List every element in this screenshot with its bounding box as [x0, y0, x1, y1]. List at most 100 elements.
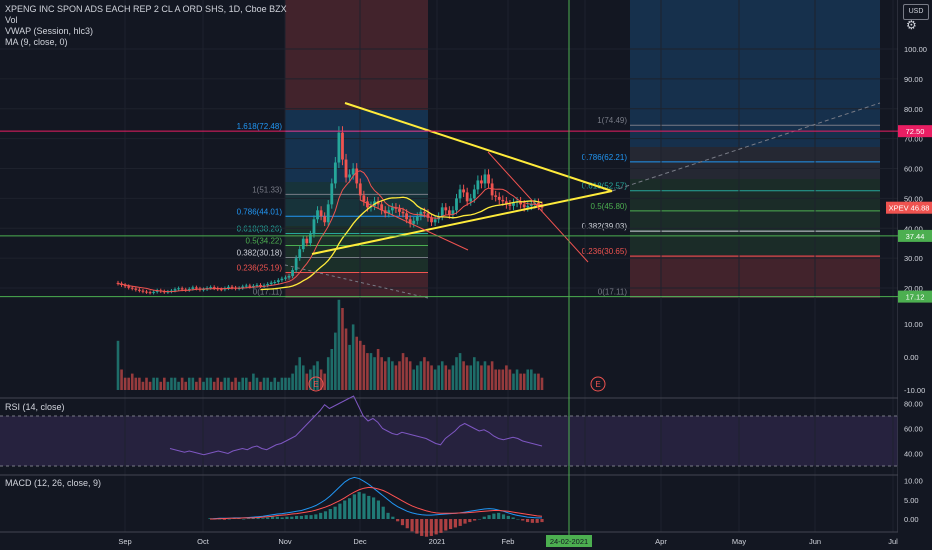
- x-tick-2: Nov: [278, 537, 292, 546]
- volume-bar-37: [248, 381, 252, 390]
- candle-body-47: [284, 277, 287, 279]
- macd-hist-25: [328, 508, 332, 519]
- volume-bar-1: [120, 369, 123, 390]
- volume-bar-61: [334, 332, 337, 390]
- volume-bar-14: [166, 381, 170, 390]
- volume-bar-114: [522, 373, 526, 390]
- volume-bar-18: [180, 377, 184, 390]
- volume-bar-29: [220, 381, 223, 390]
- candle-body-114: [522, 204, 526, 208]
- volume-bar-83: [412, 369, 416, 390]
- macd-hist-60: [497, 512, 501, 519]
- vwap-indicator-label[interactable]: VWAP (Session, hlc3): [5, 26, 287, 37]
- fib-left-label-6: 0.236(25.19): [237, 263, 283, 272]
- x-tick-10: Jul: [888, 537, 898, 546]
- volume-bar-72: [373, 357, 376, 390]
- macd-hist-23: [319, 512, 323, 519]
- volume-bar-79: [398, 361, 401, 390]
- volume-bar-11: [155, 377, 159, 390]
- candle-body-83: [412, 220, 416, 224]
- fib-right-zone-red: [630, 255, 880, 298]
- candle-body-36: [244, 285, 248, 287]
- fib-left-label-1: 1(51.33): [252, 185, 282, 194]
- candle-body-37: [248, 285, 252, 287]
- x-tick-5: Feb: [502, 537, 515, 546]
- macd-hist-68: [535, 519, 539, 523]
- x-tick-8: May: [732, 537, 746, 546]
- volume-bar-4: [130, 373, 134, 390]
- volume-indicator-label[interactable]: Vol: [5, 15, 287, 26]
- macd-hist-64: [516, 519, 520, 520]
- candle-body-80: [401, 211, 405, 214]
- volume-bar-67: [355, 336, 359, 390]
- volume-bar-100: [473, 357, 476, 390]
- macd-hist-36: [381, 506, 385, 519]
- macd-hist-34: [371, 497, 376, 519]
- candle-body-84: [415, 216, 419, 221]
- fib-right-label-4: 0.382(39.03): [582, 222, 628, 231]
- volume-bar-23: [198, 377, 202, 390]
- candle-body-108: [501, 199, 505, 202]
- volume-bar-68: [358, 340, 362, 390]
- volume-bar-43: [269, 381, 273, 390]
- volume-bar-95: [455, 357, 458, 390]
- candle-body-65: [348, 174, 351, 178]
- volume-bar-86: [423, 357, 426, 390]
- volume-bar-25: [205, 377, 209, 390]
- candle-body-105: [490, 183, 494, 196]
- price-tick-2: 80.00: [904, 105, 923, 114]
- macd-hist-21: [309, 515, 313, 519]
- candle-body-46: [280, 278, 284, 281]
- candle-body-103: [483, 174, 487, 184]
- fib-right-zone-grey: [630, 147, 880, 179]
- volume-bar-64: [344, 328, 348, 390]
- volume-bar-42: [266, 377, 269, 390]
- candle-body-26: [209, 287, 213, 289]
- macd-pane-label[interactable]: MACD (12, 26, close, 9): [5, 478, 101, 488]
- volume-bar-77: [391, 361, 394, 390]
- volume-bar-71: [369, 353, 373, 390]
- volume-bar-58: [323, 373, 326, 390]
- volume-bar-76: [387, 357, 391, 390]
- price-label-0: 72.50: [906, 127, 925, 136]
- rsi-pane-label[interactable]: RSI (14, close): [5, 402, 65, 412]
- volume-bar-115: [526, 369, 530, 390]
- fib-right-label-1: 0.786(62.21): [582, 153, 628, 162]
- candle-body-21: [191, 287, 195, 289]
- candle-body-40: [259, 285, 262, 287]
- symbol-title[interactable]: XPENG INC SPON ADS EACH REP 2 CL A ORD S…: [5, 4, 287, 15]
- candle-body-51: [298, 249, 302, 259]
- gear-icon[interactable]: ⚙: [906, 18, 917, 32]
- price-tick-1: 90.00: [904, 75, 923, 84]
- fib-zone-red: [285, 272, 428, 298]
- volume-bar-28: [216, 377, 220, 390]
- volume-bar-60: [330, 349, 334, 390]
- fib-right-label-6: 0(17.11): [598, 288, 628, 297]
- price-label-1: XPEV 46.88: [889, 204, 930, 213]
- macd-hist-37: [386, 512, 390, 519]
- x-tick-1: Oct: [197, 537, 210, 546]
- volume-bar-53: [305, 373, 309, 390]
- candle-body-18: [180, 288, 184, 290]
- volume-bar-66: [351, 324, 355, 390]
- macd-line: [209, 476, 542, 520]
- candle-body-99: [469, 198, 473, 202]
- volume-bar-112: [515, 369, 519, 390]
- rsi-tick-0: 80.00: [904, 400, 923, 409]
- macd-hist-35: [376, 500, 381, 519]
- fib-left-label-3: 0.618(38.26): [237, 224, 283, 233]
- macd-hist-24: [323, 511, 328, 519]
- volume-bar-30: [223, 377, 227, 390]
- volume-bar-117: [533, 373, 537, 390]
- candle-body-5: [134, 288, 138, 290]
- volume-bar-104: [487, 365, 490, 390]
- volume-bar-38: [252, 373, 255, 390]
- macd-hist-13: [270, 516, 275, 519]
- volume-bar-90: [437, 365, 440, 390]
- volume-bar-48: [287, 377, 291, 390]
- earnings-marker-text-2: E: [595, 380, 600, 389]
- macd-hist-66: [525, 519, 530, 523]
- candle-body-43: [269, 282, 273, 285]
- ma-indicator-label[interactable]: MA (9, close, 0): [5, 37, 287, 48]
- fib-zone-upper-red: [285, 0, 428, 110]
